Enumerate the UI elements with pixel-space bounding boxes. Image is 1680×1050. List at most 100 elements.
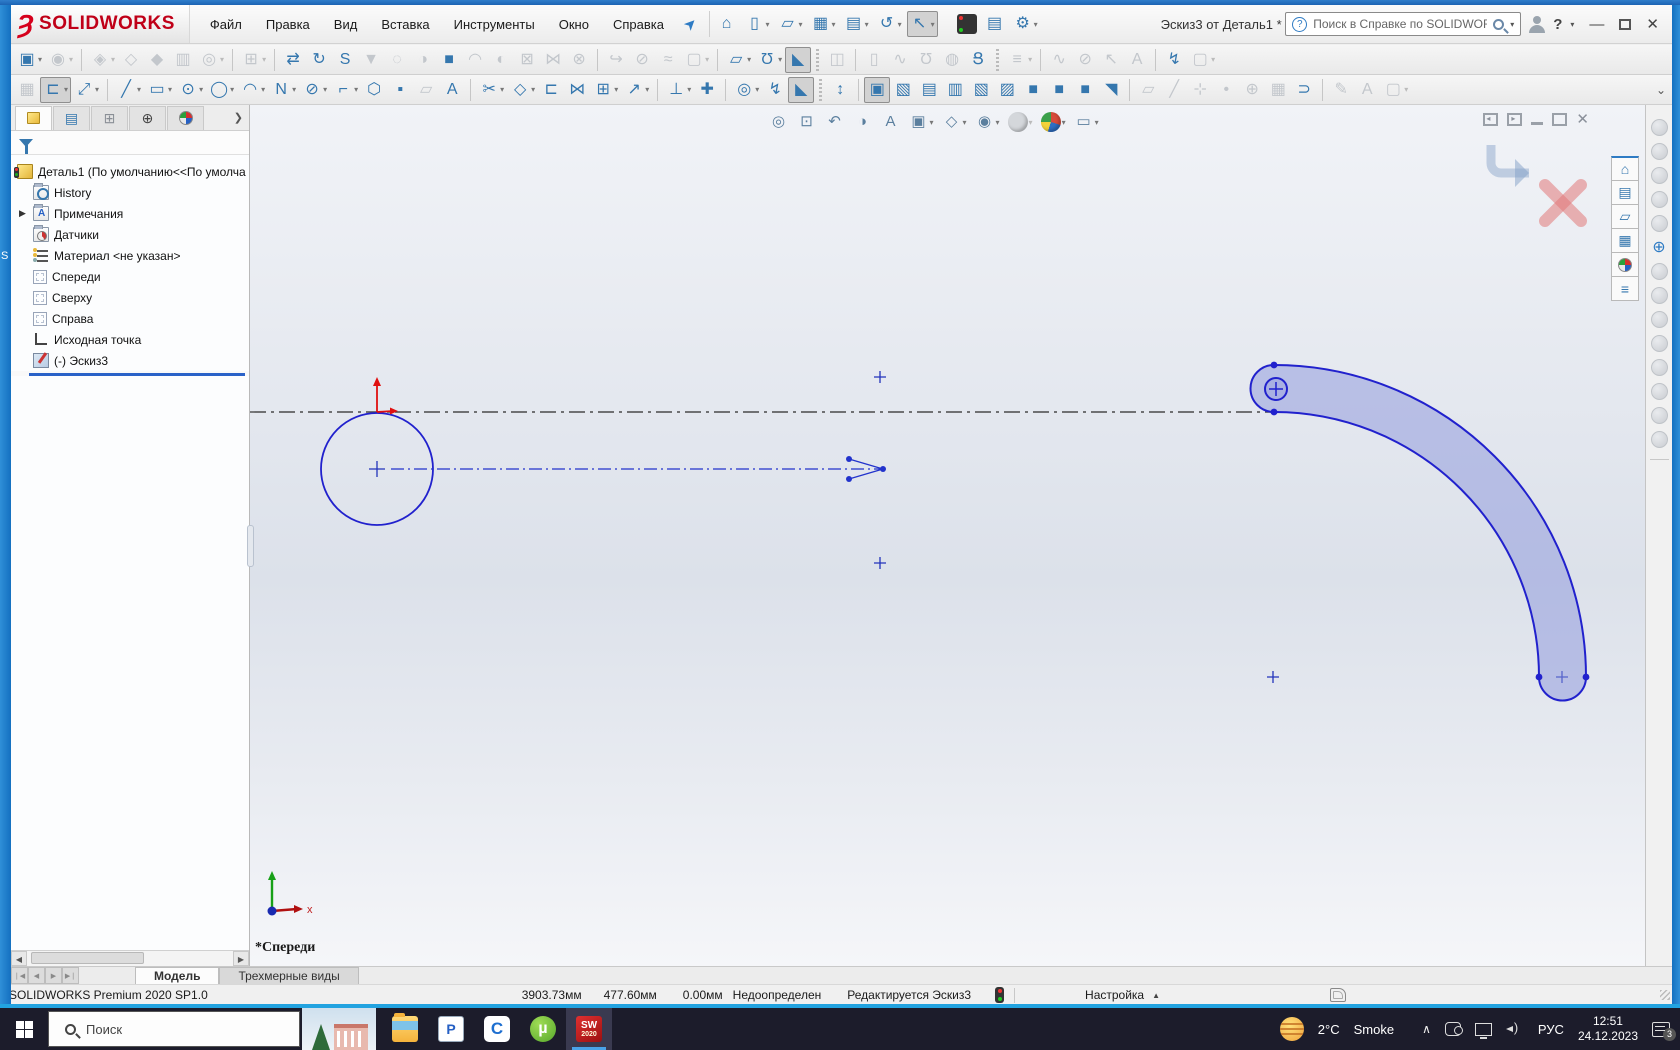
rail-tool4-icon[interactable] xyxy=(1651,191,1668,208)
dropdown-caret-icon[interactable]: ▾ xyxy=(898,20,902,29)
taskpane-tab-design-library[interactable]: ▤ xyxy=(1611,180,1639,205)
helix-spiral-button[interactable]: Ց xyxy=(965,47,991,73)
rail-tool2-icon[interactable] xyxy=(1651,143,1668,160)
taskbar-app-browser-c[interactable]: C xyxy=(474,1008,520,1050)
view-settings-button[interactable]: ▭▾ xyxy=(1071,109,1102,135)
tree-item[interactable]: Датчики xyxy=(11,224,249,245)
notification-center-icon[interactable]: 3 xyxy=(1652,1022,1670,1037)
rail-target-icon[interactable]: ⊕ xyxy=(1651,239,1668,256)
draft-button[interactable]: ▼ xyxy=(358,47,384,73)
dropdown-caret-icon[interactable]: ▾ xyxy=(766,20,770,29)
taskbar-app-utorrent[interactable]: µ xyxy=(520,1008,566,1050)
line-format-button[interactable]: ≡▾ xyxy=(1004,47,1035,73)
view-trimetric-button[interactable]: ■ xyxy=(1046,77,1072,103)
straight-slot-button[interactable]: ⊙▾ xyxy=(175,77,206,103)
boundary-boss-button[interactable]: ◆ xyxy=(144,47,170,73)
expander-icon[interactable]: ▶ xyxy=(19,208,28,219)
polygon-tool-button[interactable]: ⬡ xyxy=(361,77,387,103)
tree-filter-row[interactable] xyxy=(11,131,249,155)
dropdown-caret-icon[interactable]: ▾ xyxy=(1062,118,1066,127)
repair-sketch-button[interactable]: ✚ xyxy=(694,77,720,103)
view-top-button[interactable]: ▧ xyxy=(968,77,994,103)
ref-point-button[interactable]: • xyxy=(1213,77,1239,103)
search-dropdown-caret[interactable]: ▾ xyxy=(1510,20,1514,29)
menu-item[interactable]: Инструменты xyxy=(444,12,545,37)
view-right-button[interactable]: ▥ xyxy=(942,77,968,103)
taskpane-tab-file-explorer[interactable]: ▱ xyxy=(1611,204,1639,229)
rail-tool13-icon[interactable] xyxy=(1651,431,1668,448)
taskbar-app-presentation[interactable]: P xyxy=(428,1008,474,1050)
zoom-to-area-button[interactable]: ⊡ xyxy=(794,109,820,135)
move-entities-button[interactable]: ↗▾ xyxy=(621,77,652,103)
dropdown-caret-icon[interactable]: ▾ xyxy=(111,55,115,64)
circle-center-marker[interactable] xyxy=(369,461,385,477)
dropdown-caret-icon[interactable]: ▾ xyxy=(168,85,172,94)
tree-item[interactable]: ▶Примечания xyxy=(11,203,249,224)
save-button[interactable]: ▦▾ xyxy=(808,11,839,37)
ref-plane-button[interactable]: ▱ xyxy=(1135,77,1161,103)
view-front-button[interactable]: ▣ xyxy=(864,77,890,103)
ellipse-tool-button[interactable]: ⊘▾ xyxy=(299,77,330,103)
edit-appearance-button[interactable]: ▾ xyxy=(1005,109,1036,135)
quick-tips-lightning-button[interactable]: ↯ xyxy=(1161,47,1187,73)
curves-button[interactable]: Ʊ▾ xyxy=(754,47,785,73)
toolbar-overflow-chevron[interactable]: ⌄ xyxy=(1656,83,1666,97)
dropdown-caret-icon[interactable]: ▾ xyxy=(1034,20,1038,29)
sketch-fillet-button[interactable]: ⌐▾ xyxy=(330,77,361,103)
linear-sketch-pattern-button[interactable]: ⊞▾ xyxy=(590,77,621,103)
scroll-right-button[interactable]: ▶ xyxy=(233,951,249,966)
view-isometric-button[interactable]: ■ xyxy=(1020,77,1046,103)
dropdown-caret-icon[interactable]: ▾ xyxy=(262,55,266,64)
tree-item[interactable]: Материал <не указан> xyxy=(11,245,249,266)
panel-expand-arrow[interactable]: ❯ xyxy=(234,111,243,124)
news-weather-widget[interactable] xyxy=(302,1008,376,1050)
hidden-icons-chevron[interactable]: ∧ xyxy=(1422,1022,1431,1036)
resize-grip[interactable] xyxy=(1660,990,1670,1000)
apply-scene-button[interactable]: ▾ xyxy=(1038,109,1069,135)
solid-bodies-button[interactable]: ◫ xyxy=(824,47,850,73)
dropdown-caret-icon[interactable]: ▾ xyxy=(292,85,296,94)
dropdown-caret-icon[interactable]: ▾ xyxy=(1095,118,1099,127)
view-orientation-button[interactable]: ▣▾ xyxy=(906,109,937,135)
lofted-boss-button[interactable]: ◇ xyxy=(118,47,144,73)
new-document-button[interactable]: ▯▾ xyxy=(742,11,773,37)
weather-icon[interactable] xyxy=(1280,1017,1304,1041)
taskbar-app-solidworks[interactable]: SW2020 xyxy=(566,1008,612,1050)
corner-rectangle-button[interactable]: ▭▾ xyxy=(144,77,175,103)
rail-tool8-icon[interactable] xyxy=(1651,311,1668,328)
menu-item[interactable]: Справка xyxy=(603,12,674,37)
dropdown-caret-icon[interactable]: ▾ xyxy=(832,20,836,29)
network-icon[interactable] xyxy=(1475,1023,1492,1036)
section-view-button[interactable]: ◑ xyxy=(850,109,876,135)
tab-scroll-left-button[interactable]: ◀ xyxy=(28,967,45,984)
doc-restore-right-icon[interactable] xyxy=(1507,113,1522,126)
sketch-centerline[interactable] xyxy=(391,456,886,482)
text-tool-button[interactable]: A xyxy=(439,77,465,103)
tab-featuremanager-tree[interactable] xyxy=(15,106,52,130)
volume-icon[interactable] xyxy=(1506,1022,1524,1036)
tree-item[interactable]: Спереди xyxy=(11,266,249,287)
point-tool-button[interactable]: ▪ xyxy=(387,77,413,103)
mesh-body-button[interactable]: ◍ xyxy=(939,47,965,73)
sketch-ruler-button[interactable]: ◣ xyxy=(788,77,814,103)
ref-line-button[interactable]: ╱ xyxy=(1161,77,1187,103)
rail-tool10-icon[interactable] xyxy=(1651,359,1668,376)
circle-tool-button[interactable]: ◯▾ xyxy=(206,77,237,103)
mirror-entities-button[interactable]: ⋈ xyxy=(564,77,590,103)
combine-button[interactable]: ⊗ xyxy=(566,47,592,73)
dropdown-caret-icon[interactable]: ▾ xyxy=(705,55,709,64)
attach-clip-button[interactable]: ⊃ xyxy=(1291,77,1317,103)
move-copy-body-button[interactable]: ↪ xyxy=(603,47,629,73)
dropdown-caret-icon[interactable]: ▾ xyxy=(1404,85,1408,94)
tree-item[interactable]: Исходная точка xyxy=(11,329,249,350)
revolved-boss-button[interactable]: ◉▾ xyxy=(45,47,76,73)
tree-item[interactable]: (-) Эскиз3 xyxy=(11,350,249,371)
shell-button[interactable]: ▥ xyxy=(170,47,196,73)
tab-dimxpert-manager[interactable]: ⊕ xyxy=(129,106,166,130)
rail-tool5-icon[interactable] xyxy=(1651,215,1668,232)
print-button[interactable]: ▤▾ xyxy=(841,11,872,37)
scrollbar-track[interactable] xyxy=(27,951,233,966)
dropdown-caret-icon[interactable]: ▾ xyxy=(531,85,535,94)
sketch-ink-button[interactable]: ∿ xyxy=(1046,47,1072,73)
ref-grid-button[interactable]: ▦ xyxy=(1265,77,1291,103)
